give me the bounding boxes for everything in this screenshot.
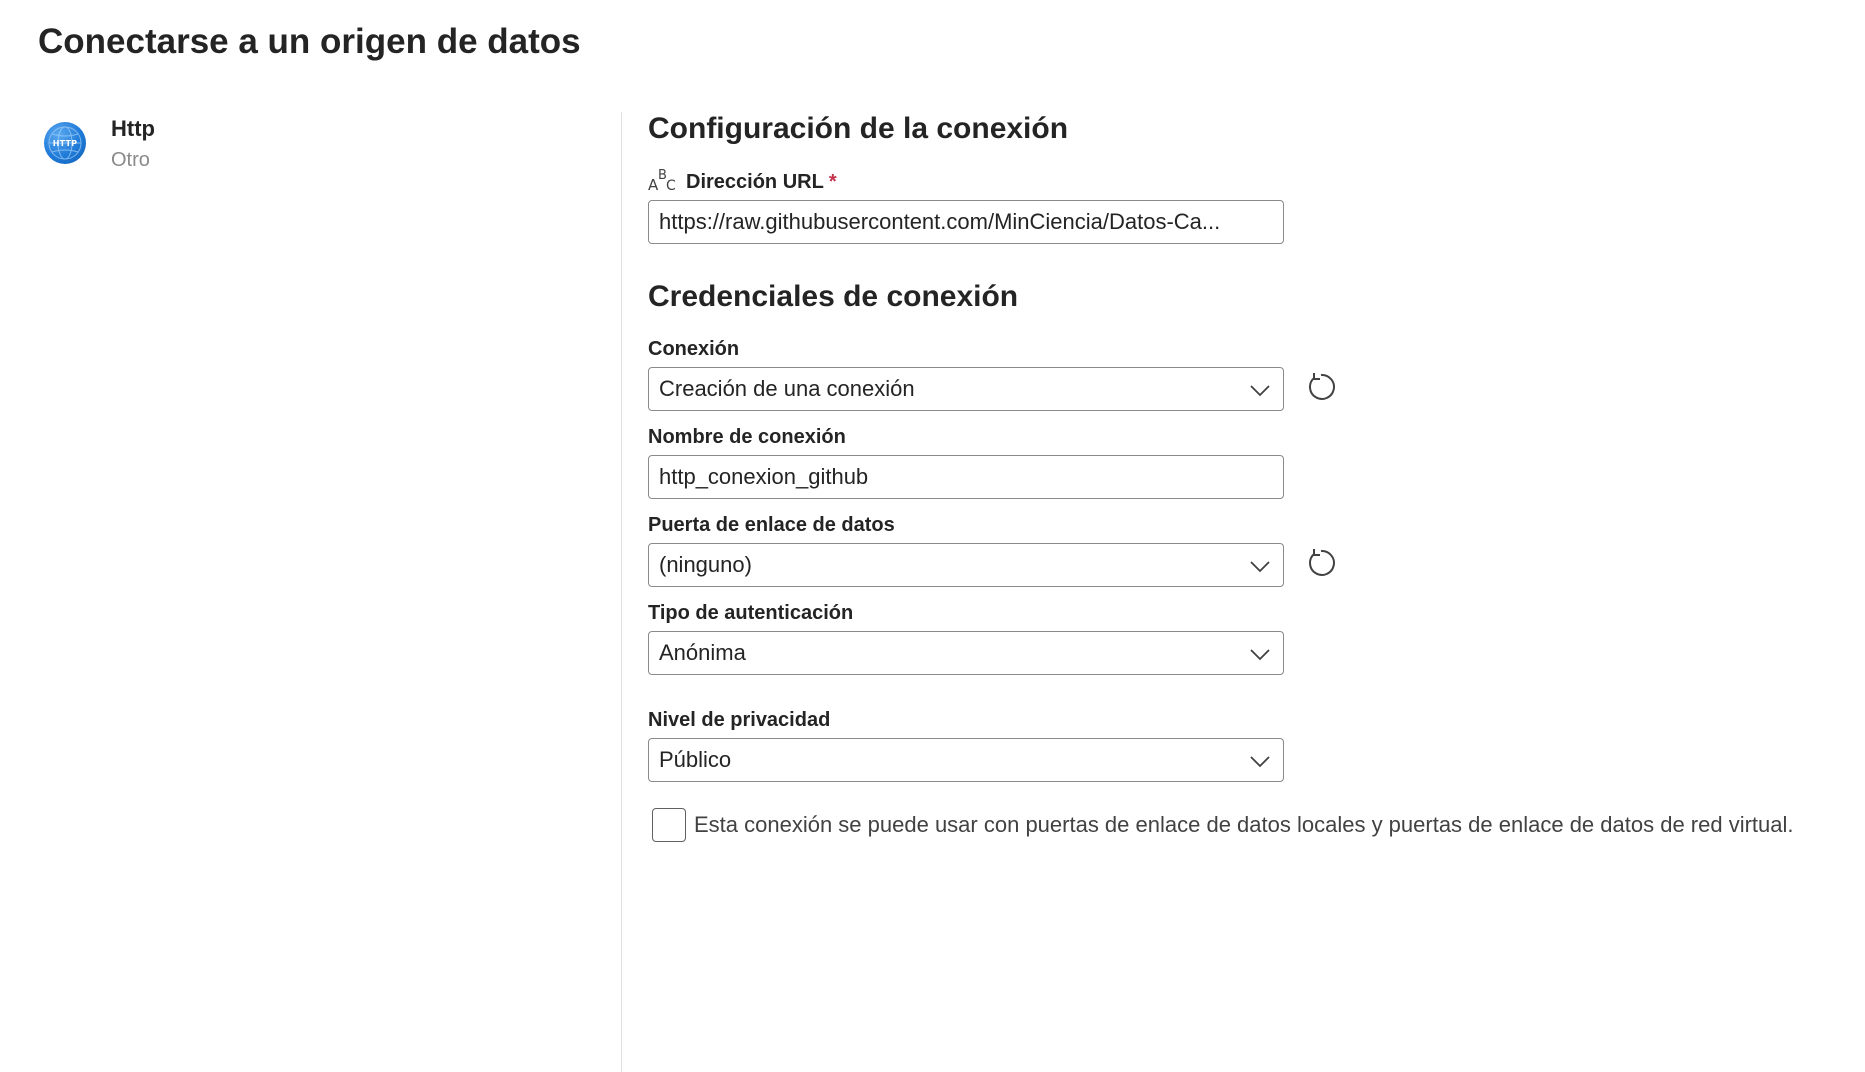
connector-summary: HTTP Http Otro <box>44 116 604 186</box>
privacy-level-dropdown[interactable]: Público <box>648 738 1284 782</box>
refresh-connection-button[interactable] <box>1303 369 1339 405</box>
connection-name-input[interactable]: http_conexion_github <box>648 455 1284 499</box>
connection-form: Configuración de la conexión A B C Direc… <box>648 0 1848 1072</box>
chevron-down-icon <box>1250 561 1270 573</box>
page-title: Conectarse a un origen de datos <box>38 22 581 61</box>
privacy-level-label: Nivel de privacidad <box>648 709 831 731</box>
connector-category: Otro <box>111 149 150 171</box>
url-label-text: Dirección URL <box>686 170 824 193</box>
url-field-label: A B C Dirección URL * <box>648 168 837 196</box>
gateway-label: Puerta de enlace de datos <box>648 514 895 536</box>
connection-label: Conexión <box>648 338 740 360</box>
refresh-icon <box>1309 549 1335 576</box>
panel-divider <box>621 112 622 1072</box>
connection-settings-title: Configuración de la conexión <box>648 112 1069 145</box>
auth-type-label: Tipo de autenticación <box>648 602 854 624</box>
chevron-down-icon <box>1250 756 1270 768</box>
credentials-title: Credenciales de conexión <box>648 280 1019 313</box>
gateway-dropdown[interactable]: (ninguno) <box>648 543 1284 587</box>
http-logo-icon: HTTP <box>44 122 86 164</box>
refresh-icon <box>1309 373 1335 400</box>
gateway-dropdown-value: (ninguno) <box>659 552 752 577</box>
http-logo-text: HTTP <box>52 138 78 148</box>
connector-name: Http <box>111 116 155 141</box>
privacy-level-dropdown-value: Público <box>659 747 732 772</box>
refresh-gateway-button[interactable] <box>1303 545 1339 581</box>
required-marker: * <box>828 170 837 193</box>
auth-type-dropdown[interactable]: Anónima <box>648 631 1284 675</box>
abc-text-icon: A B C <box>648 168 676 194</box>
gateway-usage-checkbox[interactable] <box>652 808 686 842</box>
connection-dropdown[interactable]: Creación de una conexión <box>648 367 1284 411</box>
chevron-down-icon <box>1250 385 1270 397</box>
gateway-usage-checkbox-row[interactable]: Esta conexión se puede usar con puertas … <box>652 808 1794 842</box>
url-input[interactable]: https://raw.githubusercontent.com/MinCie… <box>648 200 1284 244</box>
auth-type-dropdown-value: Anónima <box>659 640 746 665</box>
connection-dropdown-value: Creación de una conexión <box>659 376 915 401</box>
connection-name-label: Nombre de conexión <box>648 426 846 448</box>
gateway-usage-checkbox-label: Esta conexión se puede usar con puertas … <box>694 812 1794 837</box>
connect-data-source-page: Conectarse a un origen de datos HTTP Htt… <box>0 0 1865 1072</box>
chevron-down-icon <box>1250 649 1270 661</box>
